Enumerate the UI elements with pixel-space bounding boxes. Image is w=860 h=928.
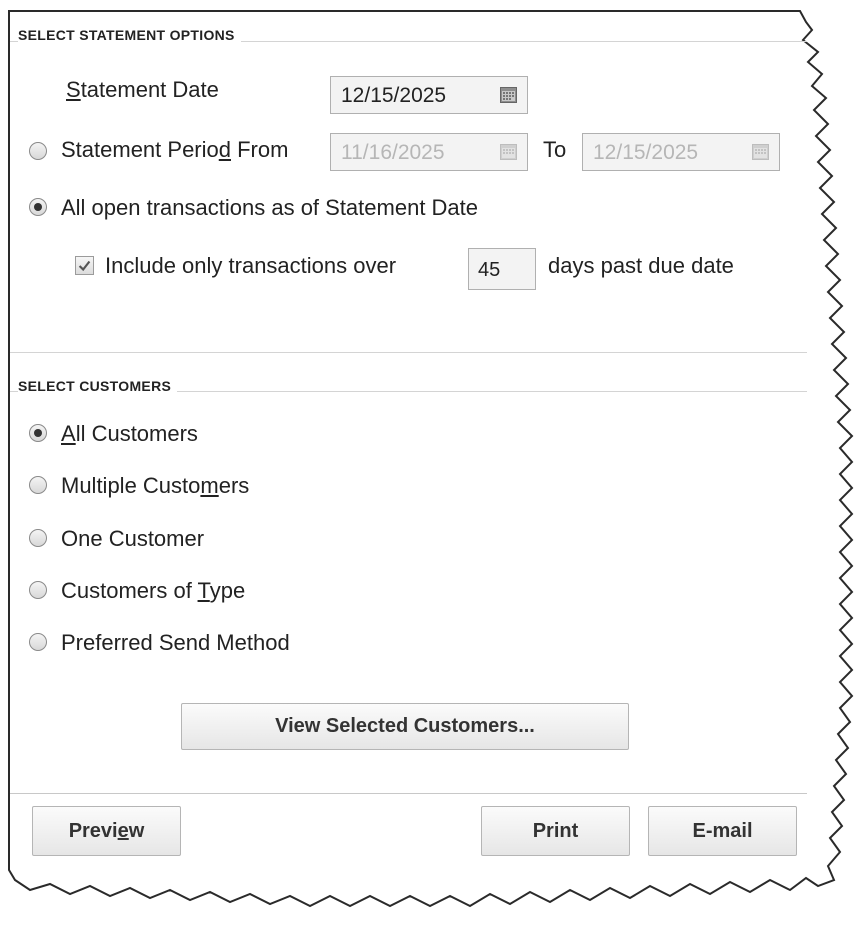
customers-of-type-label: Customers of Type — [61, 578, 246, 603]
customers-of-type-radio[interactable] — [29, 581, 47, 599]
include-only-label: Include only transactions over — [105, 253, 397, 278]
view-selected-customers-button[interactable]: View Selected Customers... — [181, 703, 629, 750]
days-suffix-label: days past due date — [548, 253, 734, 278]
statement-period-label: Statement Period From — [61, 137, 289, 162]
period-to-label: To — [543, 137, 567, 162]
open-transactions-label: All open transactions as of Statement Da… — [61, 195, 479, 220]
days-past-due-input[interactable]: 45 — [468, 248, 536, 290]
period-to-field[interactable]: 12/15/2025 — [582, 133, 780, 171]
all-customers-label: All Customers — [61, 421, 198, 446]
section-divider — [10, 352, 807, 353]
section-header-statement-options: SELECT STATEMENT OPTIONS — [18, 27, 241, 43]
statement-period-radio[interactable] — [29, 142, 47, 160]
statement-date-label: Statement Date — [66, 77, 219, 102]
footer-divider — [10, 793, 807, 794]
period-from-field[interactable]: 11/16/2025 — [330, 133, 528, 171]
multiple-customers-label: Multiple Customers — [61, 473, 250, 498]
open-transactions-radio[interactable] — [29, 198, 47, 216]
calendar-icon[interactable] — [752, 143, 769, 160]
section-header-customers: SELECT CUSTOMERS — [18, 378, 178, 394]
preview-button[interactable]: Previ e w — [32, 806, 181, 856]
email-button[interactable]: E-mail — [648, 806, 797, 856]
days-value: 45 — [478, 259, 501, 281]
preferred-send-method-radio[interactable] — [29, 633, 47, 651]
period-from-value: 11/16/2025 — [341, 141, 445, 164]
all-customers-radio[interactable] — [29, 424, 47, 442]
one-customer-label: One Customer — [61, 526, 205, 551]
preferred-send-method-label: Preferred Send Method — [61, 630, 290, 655]
print-button[interactable]: Print — [481, 806, 630, 856]
statement-date-field[interactable]: 12/15/2025 — [330, 76, 528, 114]
statement-date-value: 12/15/2025 — [341, 84, 447, 107]
multiple-customers-radio[interactable] — [29, 476, 47, 494]
checkmark-icon — [78, 260, 91, 272]
calendar-icon[interactable] — [500, 86, 517, 103]
calendar-icon[interactable] — [500, 143, 517, 160]
period-to-value: 12/15/2025 — [593, 141, 699, 164]
include-only-checkbox[interactable] — [75, 256, 94, 275]
one-customer-radio[interactable] — [29, 529, 47, 547]
